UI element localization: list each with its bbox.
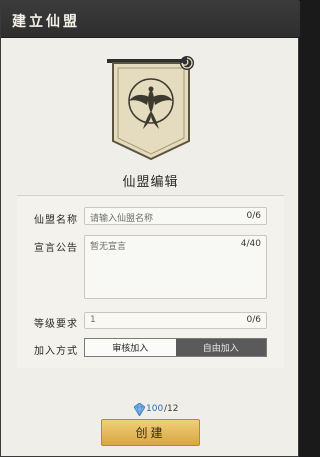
section-title: 仙盟编辑 bbox=[122, 175, 179, 190]
manifesto-char-count: 4/40 bbox=[240, 239, 261, 249]
cost-value: 100 bbox=[146, 404, 164, 414]
create-alliance-panel: 建立仙盟 仙盟编辑 仙盟名称 请输入仙盟名称 0/6 宣言公告 暂无宣言 4/4… bbox=[0, 0, 300, 457]
join-option-free[interactable]: 自由加入 bbox=[175, 339, 266, 356]
level-input[interactable]: 1 0/6 bbox=[84, 312, 267, 329]
join-option-review[interactable]: 审核加入 bbox=[85, 339, 176, 356]
swirl-icon bbox=[180, 56, 194, 70]
name-placeholder: 请输入仙盟名称 bbox=[90, 214, 154, 224]
name-char-count: 0/6 bbox=[246, 211, 261, 221]
cost-max: /12 bbox=[164, 404, 179, 414]
cost-display: 100 /12 bbox=[1, 403, 300, 417]
level-char-count: 0/6 bbox=[246, 315, 261, 325]
alliance-banner[interactable] bbox=[101, 53, 201, 161]
manifesto-value: 暂无宣言 bbox=[90, 242, 127, 252]
join-method-label: 加入方式 bbox=[34, 346, 78, 357]
level-value: 1 bbox=[90, 315, 96, 325]
title-bar: 建立仙盟 bbox=[1, 1, 300, 38]
join-method-toggle[interactable]: 审核加入 自由加入 bbox=[84, 338, 267, 357]
manifesto-label: 宣言公告 bbox=[34, 243, 78, 254]
name-label: 仙盟名称 bbox=[34, 215, 78, 226]
gem-icon bbox=[134, 403, 145, 416]
level-label: 等级要求 bbox=[34, 319, 78, 330]
alliance-name-input[interactable]: 请输入仙盟名称 0/6 bbox=[84, 207, 267, 225]
manifesto-textarea[interactable]: 暂无宣言 4/40 bbox=[84, 235, 267, 299]
create-button[interactable]: 创建 bbox=[101, 419, 200, 446]
window-title: 建立仙盟 bbox=[12, 14, 80, 30]
